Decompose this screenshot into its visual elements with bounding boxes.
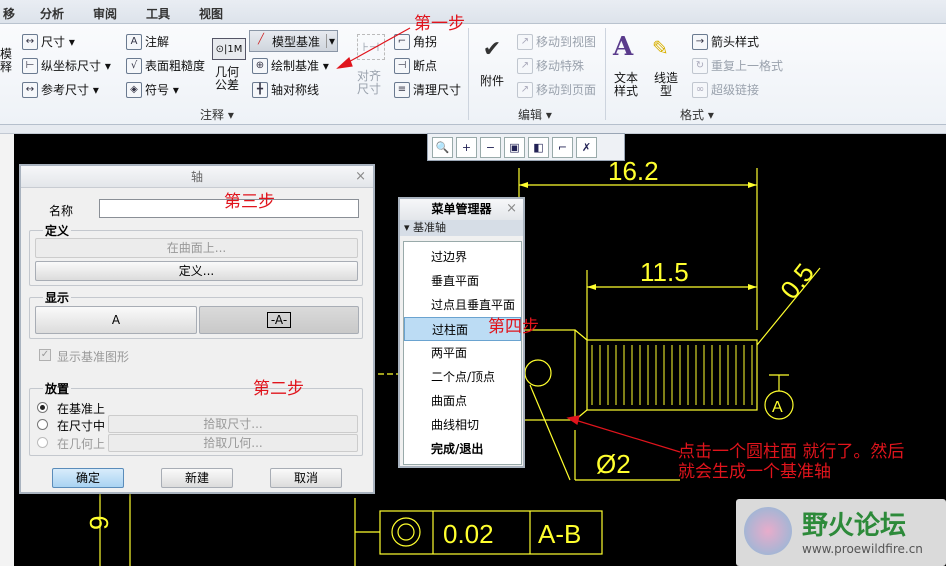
pick-dimension-button[interactable]: 拾取尺寸...: [108, 415, 358, 433]
close-icon[interactable]: ×: [506, 201, 517, 216]
menu-item-two-points[interactable]: 二个点/顶点: [404, 365, 521, 389]
logo-icon: [744, 507, 792, 555]
menu-item-two-planes[interactable]: 两平面: [404, 341, 521, 365]
view-toolbar: 🔍 + − ▣ ◧ ⌐ ✗: [427, 133, 625, 161]
side-dimension[interactable]: 9: [84, 516, 114, 530]
menu-subtitle[interactable]: ▾ 基准轴: [400, 220, 523, 236]
zoom-out-icon[interactable]: −: [480, 137, 501, 158]
menu-list: 过边界 垂直平面 过点且垂直平面 过柱面 两平面 二个点/顶点 曲面点 曲线相切…: [403, 241, 522, 465]
annotation-display-icon[interactable]: ✗: [576, 137, 597, 158]
step3-annotation: 第三步: [224, 192, 275, 212]
dim-diameter[interactable]: Ø2: [596, 449, 631, 479]
boxed-a-label: -A-: [266, 312, 292, 328]
ok-button[interactable]: 确定: [52, 468, 124, 488]
show-datum-label: 显示基准图形: [57, 350, 130, 364]
label: 基准轴: [413, 221, 447, 234]
tolerance-datum-ref[interactable]: A-B: [538, 519, 581, 549]
place-in-dimension-radio[interactable]: [37, 419, 48, 430]
cancel-button[interactable]: 取消: [270, 468, 342, 488]
menu-title: 菜单管理器: [400, 199, 523, 220]
show-datum-checkbox[interactable]: ✓: [39, 349, 51, 361]
display-plain-a-button[interactable]: A: [35, 306, 197, 334]
step1-annotation: 第一步: [414, 14, 465, 34]
refit-icon[interactable]: 🔍: [432, 137, 453, 158]
place-in-dimension-label: 在尺寸中: [57, 419, 106, 433]
watermark: 野火论坛 www.proewildfire.cn: [736, 499, 946, 566]
definition-title: 定义: [43, 222, 72, 239]
display-boxed-a-button[interactable]: -A-: [199, 306, 359, 334]
on-surface-button[interactable]: 在曲面上...: [35, 238, 358, 258]
place-on-datum-label: 在基准上: [57, 402, 106, 416]
watermark-url: www.proewildfire.cn: [802, 542, 923, 556]
dim-0-5[interactable]: 0.5: [774, 258, 820, 305]
close-icon[interactable]: ×: [355, 169, 366, 184]
place-on-geometry-radio[interactable]: [37, 437, 48, 448]
dialog-title: 轴: [21, 166, 373, 188]
new-button[interactable]: 新建: [161, 468, 233, 488]
menu-item-through-edge[interactable]: 过边界: [404, 245, 521, 269]
tolerance-value[interactable]: 0.02: [443, 519, 494, 549]
menu-item-surface-point[interactable]: 曲面点: [404, 389, 521, 413]
menu-item-done-exit[interactable]: 完成/退出: [404, 437, 521, 461]
watermark-title: 野火论坛: [802, 511, 907, 541]
place-on-geometry-label: 在几何上: [57, 437, 106, 451]
define-button[interactable]: 定义...: [35, 261, 358, 281]
pick-geometry-button[interactable]: 拾取几何...: [108, 434, 358, 452]
axis-dialog: 轴 × 名称 定义 在曲面上... 定义... 显示 A -A- ✓ 显示基准图…: [19, 164, 375, 494]
menu-item-normal-plane[interactable]: 垂直平面: [404, 269, 521, 293]
dim-11-5[interactable]: 11.5: [640, 257, 689, 287]
place-on-datum-radio[interactable]: [37, 402, 48, 413]
menu-item-curve-tangent[interactable]: 曲线相切: [404, 413, 521, 437]
note-line2: 就会生成一个基准轴: [678, 462, 831, 482]
placement-title: 放置: [43, 380, 72, 397]
display-title: 显示: [43, 289, 72, 306]
app-window: { "tabs":["移","分析","审阅","工具","视图"], "rib…: [0, 0, 946, 566]
zoom-in-icon[interactable]: +: [456, 137, 477, 158]
step2-annotation: 第二步: [253, 379, 304, 399]
repaint-icon[interactable]: ▣: [504, 137, 525, 158]
datum-a-label[interactable]: A: [772, 399, 783, 416]
name-label: 名称: [49, 204, 74, 218]
datum-display-icon[interactable]: ⌐: [552, 137, 573, 158]
step4-annotation: 第四步: [488, 317, 539, 337]
display-style-icon[interactable]: ◧: [528, 137, 549, 158]
